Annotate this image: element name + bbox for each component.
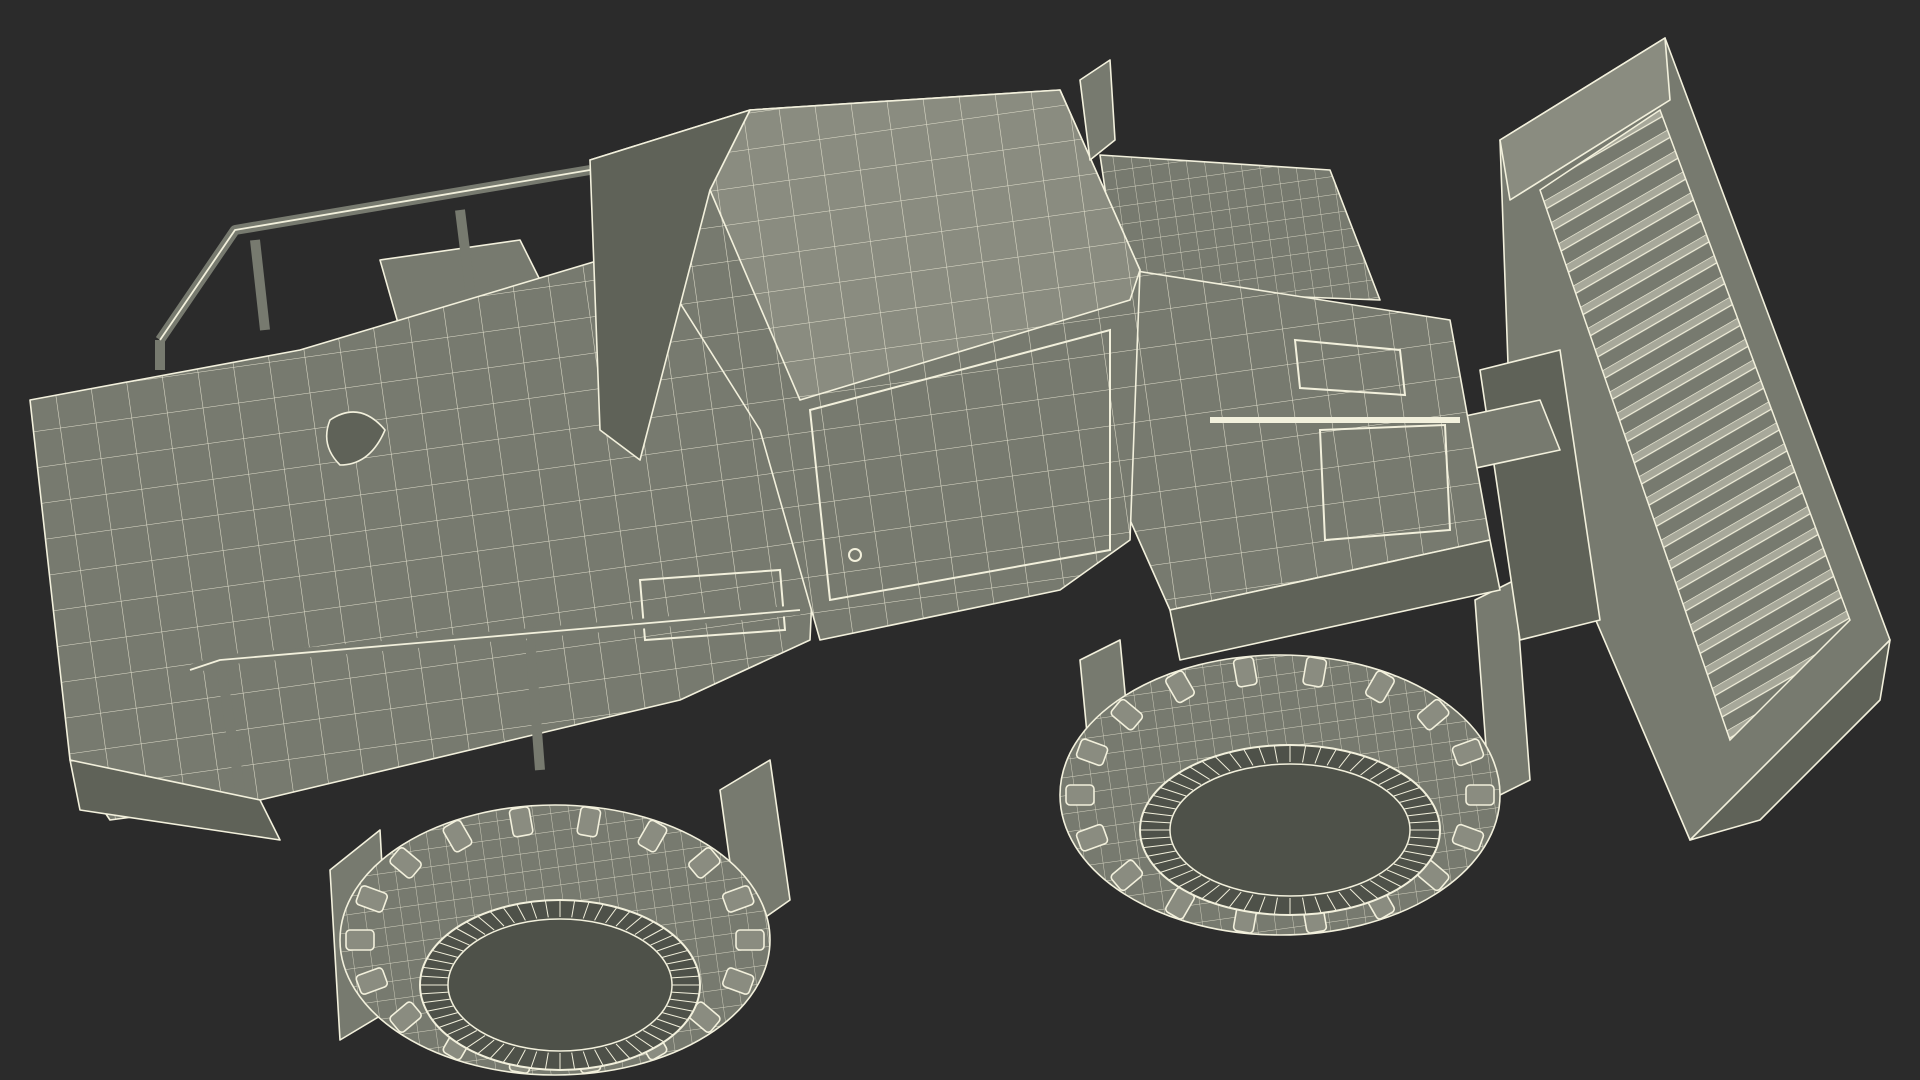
front-cleat — [1465, 784, 1495, 806]
rear-rim — [419, 899, 701, 1071]
front-cleat — [1302, 656, 1328, 688]
dozer-blade — [1399, 37, 1891, 841]
rear-wheel — [329, 759, 791, 1076]
render-viewport — [0, 0, 1920, 1080]
rear-cleat — [735, 929, 765, 951]
front-cleat — [1232, 656, 1258, 688]
compactor-wireframe-render — [29, 37, 1891, 1076]
front-chassis-box — [1129, 269, 1501, 661]
front-cleat — [1065, 784, 1095, 806]
rear-cleat — [345, 929, 375, 951]
rear-cleat — [576, 806, 602, 838]
rear-cleat — [508, 806, 534, 838]
front-rim — [1139, 744, 1441, 916]
